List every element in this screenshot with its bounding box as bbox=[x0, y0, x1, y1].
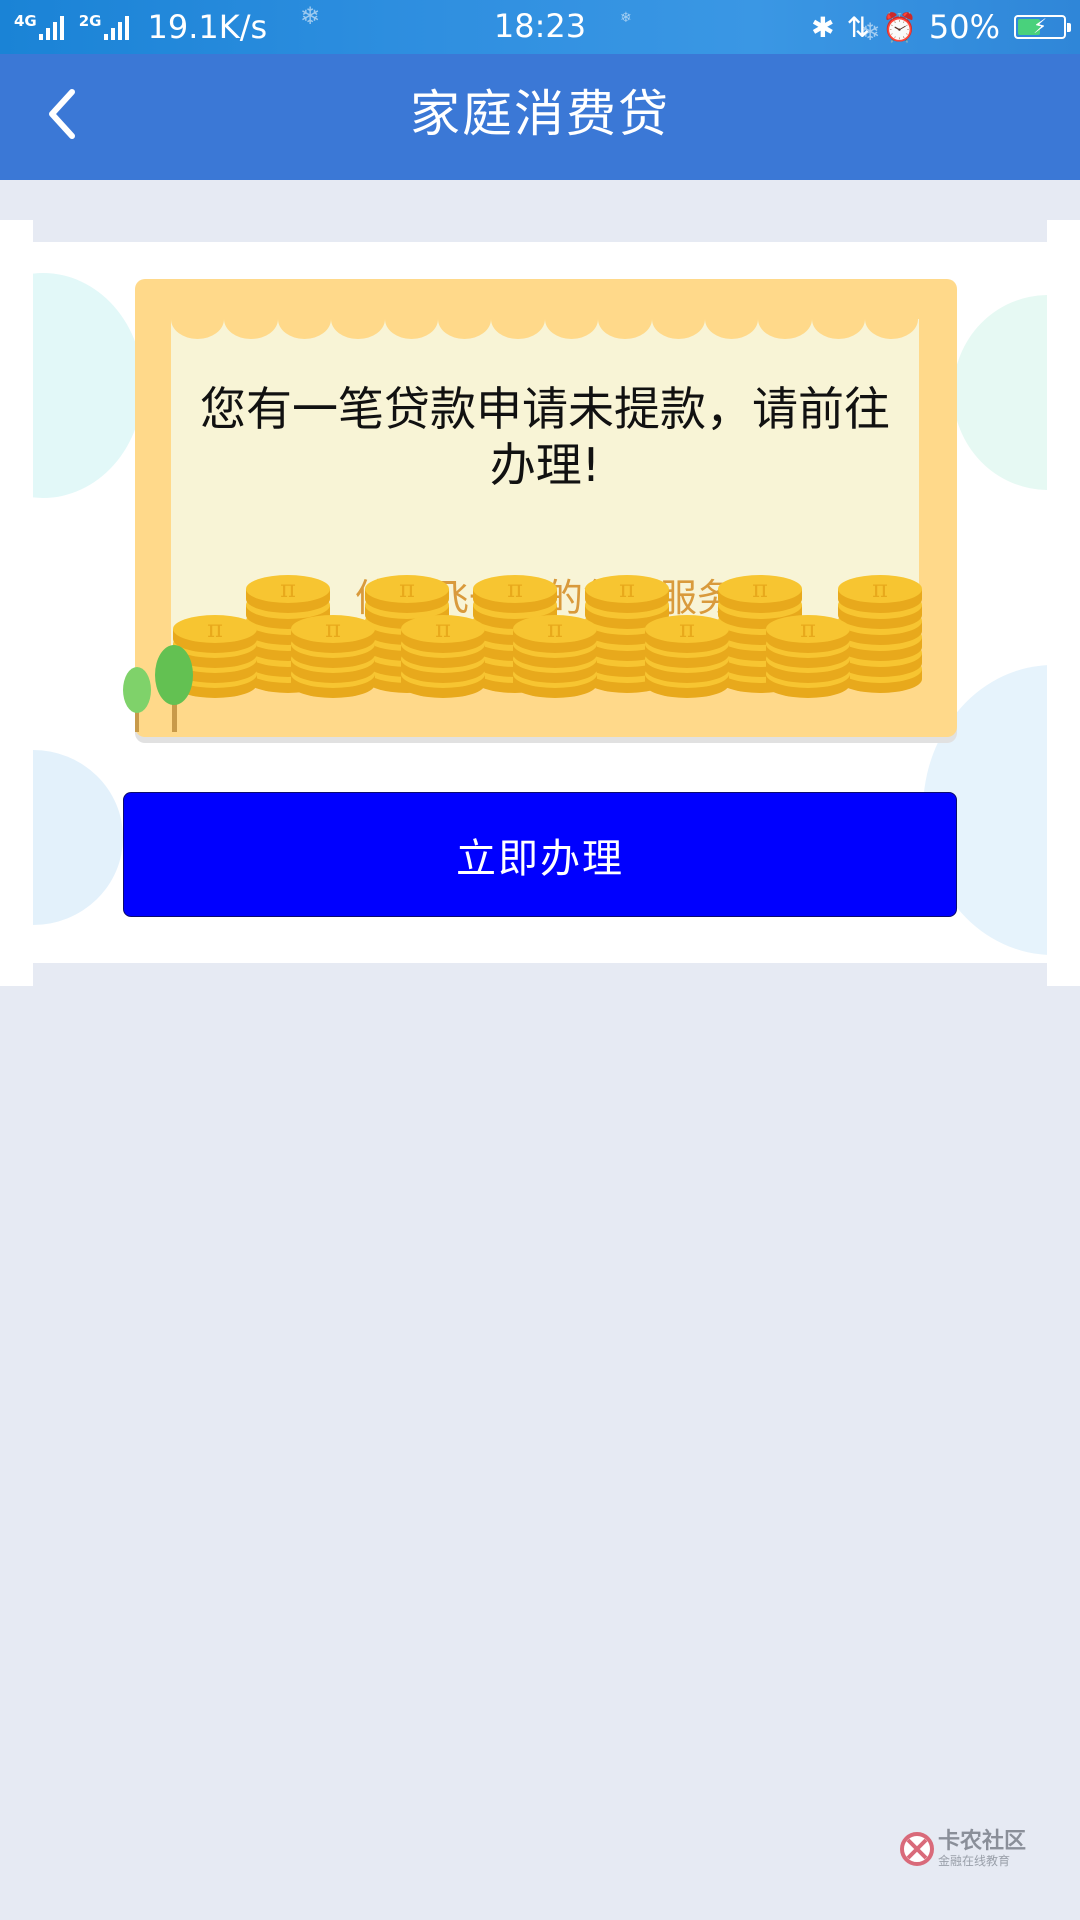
coin-pi-label: π bbox=[752, 575, 768, 603]
coin-stack: π bbox=[513, 615, 597, 698]
coin-stack: π bbox=[838, 575, 922, 693]
coin-pi-label: π bbox=[325, 615, 341, 643]
loan-reminder-card: 您有一笔贷款申请未提款，请前往办理! 体验飞一般的贷款服务 π π π π bbox=[135, 279, 957, 737]
bluetooth-icon: ✱ bbox=[811, 10, 835, 44]
alarm-icon: ⏰ bbox=[882, 10, 917, 44]
charging-bolt-icon: ⚡ bbox=[1032, 14, 1048, 38]
status-bar: ❄ ❄ ❄ 4G 2G 19.1K/s 18:23 ✱ ⇅ ⏰ 50% ⚡ bbox=[0, 0, 1080, 54]
coin-pi-label: π bbox=[507, 575, 523, 603]
decorative-circle bbox=[33, 750, 123, 925]
coin-stacks-illustration: π π π π π π π π π π π π bbox=[173, 575, 922, 698]
panel-divider bbox=[33, 220, 1047, 242]
tree-illustration bbox=[123, 645, 193, 732]
coin-stack: π bbox=[401, 615, 485, 698]
page-title: 家庭消费贷 bbox=[410, 85, 670, 143]
coin-pi-label: π bbox=[800, 615, 816, 643]
panel-divider bbox=[33, 963, 1047, 986]
coin-pi-label: π bbox=[280, 575, 296, 603]
app-bar: 家庭消费贷 bbox=[0, 54, 1080, 180]
coin-pi-label: π bbox=[872, 575, 888, 603]
decorative-circle bbox=[953, 295, 1047, 490]
kanong-logo-icon bbox=[900, 1832, 934, 1866]
coin-pi-label: π bbox=[399, 575, 415, 603]
watermark-title: 卡农社区 bbox=[938, 1829, 1027, 1854]
battery-icon: ⚡ bbox=[1014, 14, 1071, 39]
coin-pi-label: π bbox=[547, 615, 563, 643]
panel-side-left bbox=[0, 220, 33, 986]
apply-now-button[interactable]: 立即办理 bbox=[123, 792, 957, 917]
coin-pi-label: π bbox=[207, 615, 223, 643]
coin-pi-label: π bbox=[679, 615, 695, 643]
coin-stack: π bbox=[291, 615, 375, 698]
status-right: ✱ ⇅ ⏰ 50% ⚡ bbox=[811, 6, 1071, 48]
data-arrows-icon: ⇅ bbox=[846, 10, 870, 44]
coin-pi-label: π bbox=[619, 575, 635, 603]
coin-stack: π bbox=[645, 615, 729, 698]
watermark-text: 卡农社区 金融在线教育 bbox=[938, 1829, 1027, 1869]
panel-side-right bbox=[1047, 220, 1080, 986]
coin-stack: π bbox=[766, 615, 850, 698]
battery-percent: 50% bbox=[928, 8, 1000, 46]
watermark: 卡农社区 金融在线教育 bbox=[900, 1830, 1026, 1868]
coin-pi-label: π bbox=[435, 615, 451, 643]
watermark-subtitle: 金融在线教育 bbox=[938, 1854, 1011, 1868]
decorative-circle bbox=[33, 273, 143, 498]
